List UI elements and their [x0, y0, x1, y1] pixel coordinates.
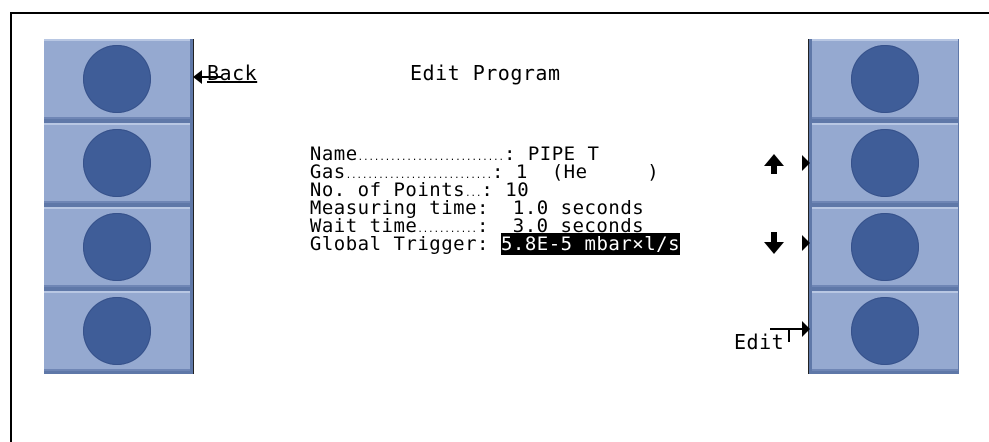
softkey-button-circle [851, 297, 919, 365]
back-label[interactable]: Back [207, 63, 257, 83]
edit-arrow-icon[interactable] [768, 318, 812, 344]
right-softkey-3[interactable] [812, 207, 958, 287]
screen-title: Edit Program [410, 61, 561, 85]
field-colon: : [477, 233, 501, 255]
softkey-button-circle [851, 45, 919, 113]
left-softkey-3[interactable] [44, 207, 190, 287]
field-label: Global Trigger [309, 233, 478, 255]
left-softkey-4[interactable] [44, 291, 190, 371]
field-row-global-trigger[interactable]: Global Trigger: 5.8E-5 mbar×l/s [286, 214, 681, 255]
softkey-button-circle [83, 297, 151, 365]
softkey-button-circle [83, 45, 151, 113]
back-label-text: Back [207, 61, 258, 85]
left-softkey-2[interactable] [44, 123, 190, 203]
softkey-button-circle [83, 129, 151, 197]
right-softkey-2[interactable] [812, 123, 958, 203]
softkey-button-circle [851, 213, 919, 281]
left-softkey-1[interactable] [44, 39, 190, 119]
arrow-down-icon[interactable] [760, 230, 812, 260]
softkey-button-circle [83, 213, 151, 281]
softkey-button-circle [851, 129, 919, 197]
right-softkey-4[interactable] [812, 291, 958, 371]
arrow-up-icon[interactable] [760, 150, 812, 176]
field-value-selected: 5.8E-5 mbar×l/s [500, 233, 681, 255]
right-softkey-1[interactable] [812, 39, 958, 119]
